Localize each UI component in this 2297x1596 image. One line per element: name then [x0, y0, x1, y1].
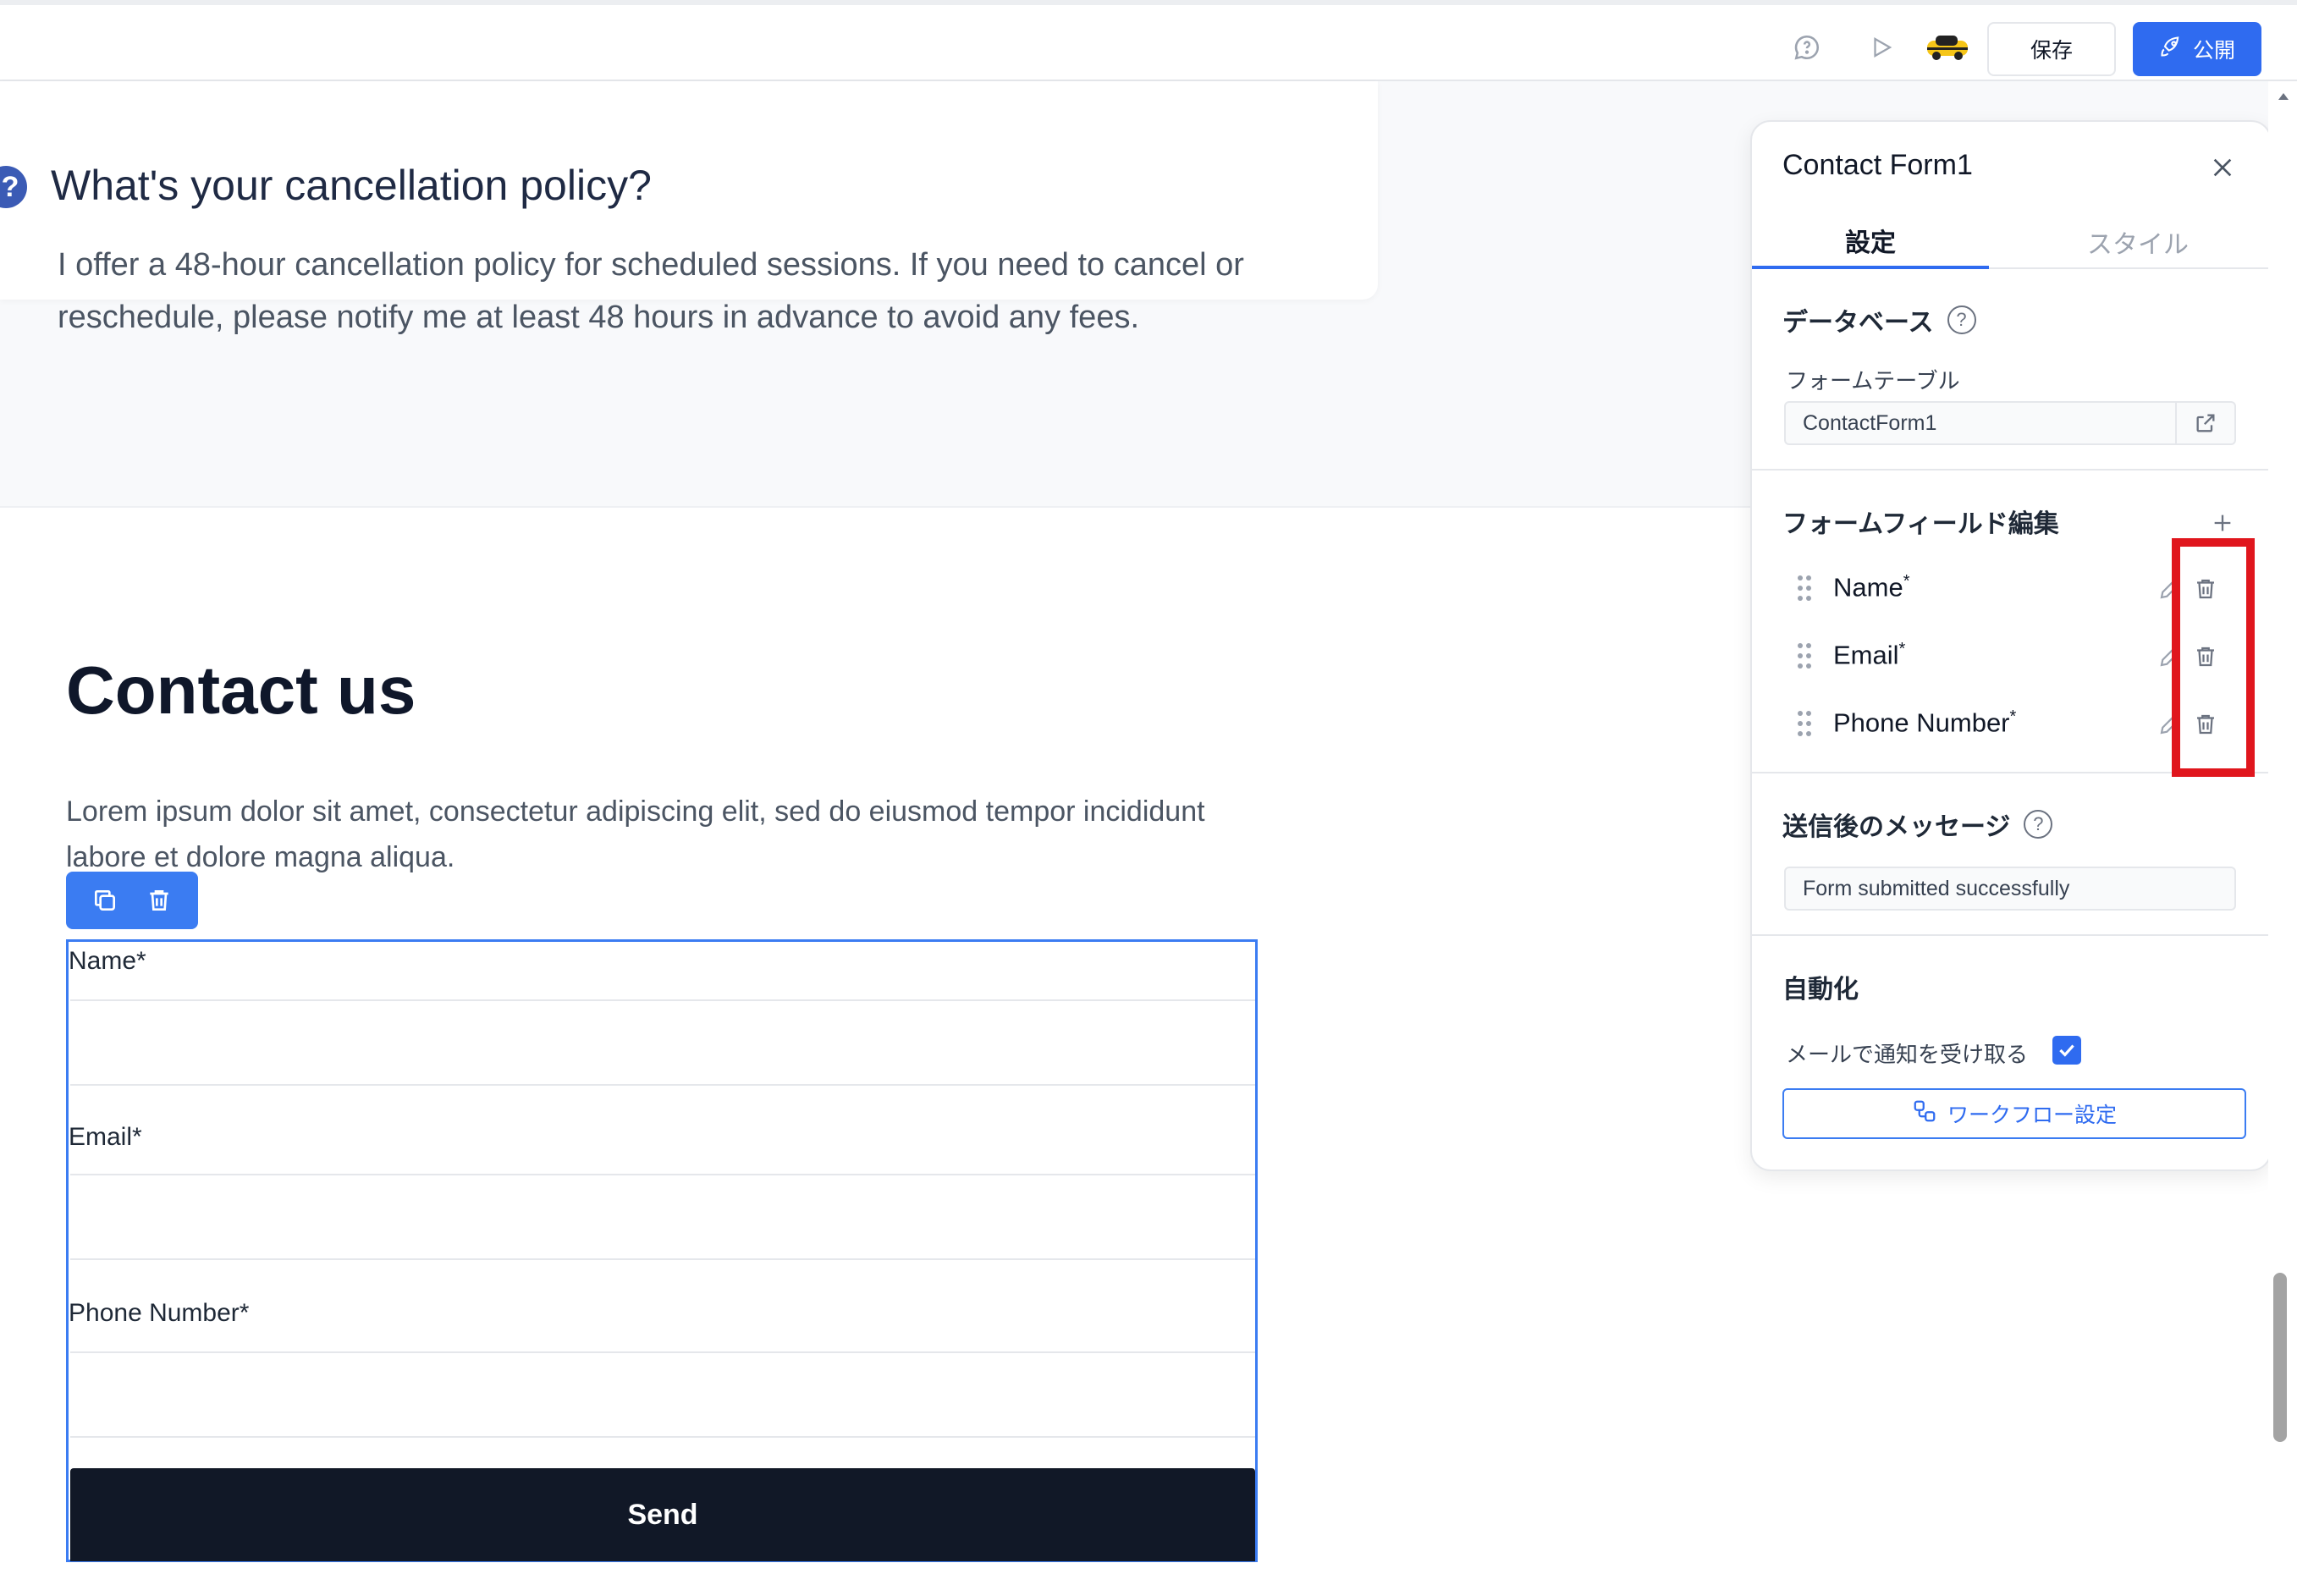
workflow-settings-label: ワークフロー設定: [1947, 1103, 2117, 1127]
top-toolbar: 保存 公開: [0, 0, 2297, 81]
success-message-input[interactable]: Form submitted successfully: [1784, 867, 2236, 911]
publish-button[interactable]: 公開: [2133, 22, 2261, 76]
preview-play-icon[interactable]: [1865, 30, 1898, 64]
comment-help-icon[interactable]: [1790, 30, 1824, 64]
drag-handle-icon[interactable]: [1796, 709, 1816, 740]
panel-tabs: 設定 スタイル: [1752, 215, 2270, 269]
database-heading-label: データベース: [1782, 309, 1934, 337]
email-notify-checkbox[interactable]: [2052, 1036, 2081, 1065]
save-button[interactable]: 保存: [1987, 22, 2116, 76]
form-table-label: フォームテーブル: [1786, 368, 1960, 393]
phone-input[interactable]: [70, 1351, 1255, 1438]
drag-handle-icon[interactable]: [1796, 641, 1816, 672]
tab-settings[interactable]: 設定: [1752, 215, 1989, 269]
workflow-icon: [1912, 1098, 1937, 1130]
divider: [1752, 469, 2270, 471]
question-mark-icon: ?: [0, 166, 27, 208]
field-name: Email*: [1833, 640, 1906, 670]
help-icon[interactable]: ?: [1947, 305, 1976, 334]
help-icon[interactable]: ?: [2024, 810, 2053, 839]
faq-question: What's your cancellation policy?: [51, 162, 652, 209]
external-link-icon[interactable]: [2175, 403, 2234, 443]
form-fields-heading: フォームフィールド編集: [1782, 510, 2059, 538]
scroll-up-arrow-icon[interactable]: [2275, 88, 2292, 105]
name-input[interactable]: [70, 999, 1255, 1086]
send-button[interactable]: Send: [70, 1468, 1255, 1561]
delete-icons-highlight: [2172, 538, 2255, 777]
workflow-settings-button[interactable]: ワークフロー設定: [1782, 1088, 2246, 1139]
trash-icon[interactable]: [140, 881, 179, 920]
contact-title[interactable]: Contact us: [66, 652, 416, 729]
automation-heading: 自動化: [1782, 976, 1859, 1004]
phone-field-label: Phone Number*: [69, 1299, 250, 1327]
email-field-label: Email*: [69, 1123, 142, 1151]
message-heading-label: 送信後のメッセージ: [1782, 813, 2011, 841]
contact-description[interactable]: Lorem ipsum dolor sit amet, consectetur …: [66, 789, 1234, 880]
form-table-value: ContactForm1: [1803, 410, 1937, 435]
contact-form[interactable]: Name* Email* Phone Number* Send: [66, 939, 1258, 1562]
publish-label: 公開: [2192, 39, 2235, 63]
name-field-label: Name*: [69, 947, 146, 975]
database-heading: データベース ?: [1782, 301, 1976, 338]
duplicate-icon[interactable]: [85, 881, 124, 920]
email-input[interactable]: [70, 1174, 1255, 1260]
add-field-icon[interactable]: [2206, 506, 2239, 540]
scrollbar-thumb[interactable]: [2273, 1273, 2287, 1442]
email-notify-label: メールで通知を受け取る: [1786, 1042, 2029, 1067]
field-name: Name*: [1833, 572, 1910, 603]
tab-style[interactable]: スタイル: [2011, 215, 2265, 269]
drag-handle-icon[interactable]: [1796, 574, 1816, 604]
panel-title: Contact Form1: [1782, 149, 1973, 181]
close-icon[interactable]: [2206, 151, 2239, 184]
rocket-icon: [2159, 35, 2183, 64]
message-heading: 送信後のメッセージ ?: [1782, 806, 2053, 843]
faq-card: ? What's your cancellation policy? I off…: [0, 81, 1378, 335]
user-avatar[interactable]: [1923, 29, 1972, 66]
faq-answer: I offer a 48-hour cancellation policy fo…: [58, 247, 1244, 335]
form-table-field[interactable]: ContactForm1: [1784, 401, 2236, 445]
field-name: Phone Number*: [1833, 707, 2017, 738]
element-toolbar: [66, 872, 198, 929]
divider: [1752, 934, 2270, 936]
